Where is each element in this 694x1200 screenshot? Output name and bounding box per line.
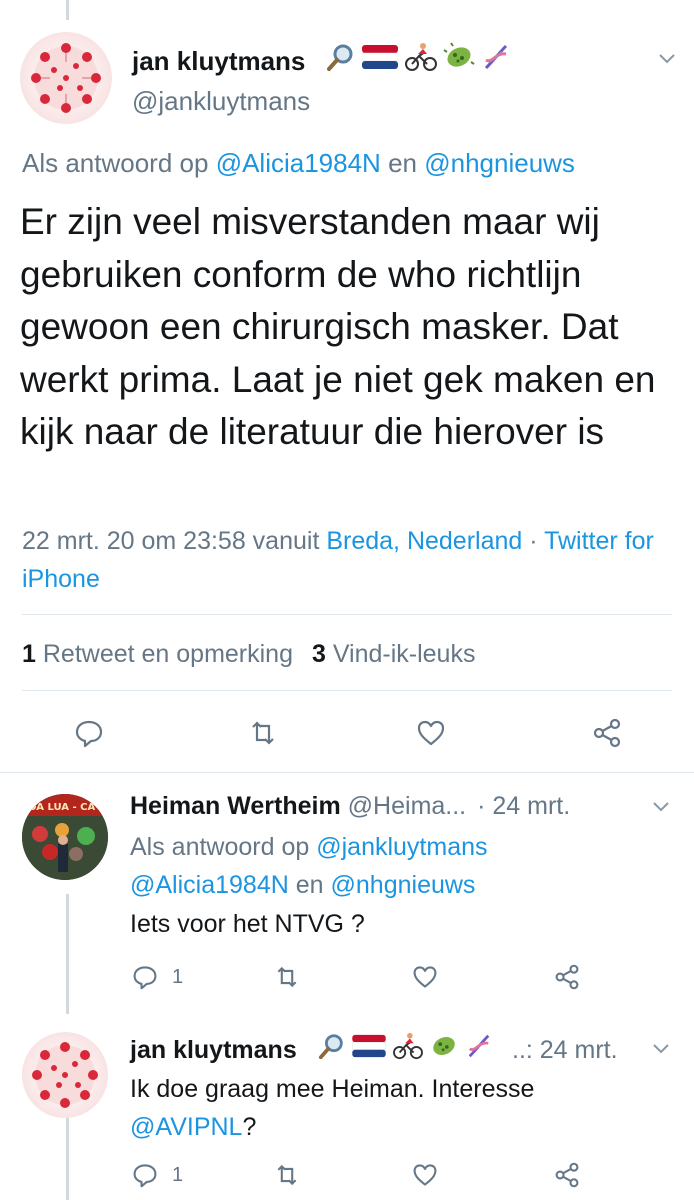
share-icon	[555, 964, 579, 990]
reply-context: Als antwoord op @jankluytmans @Alicia198…	[130, 828, 670, 904]
reply-mention-alicia[interactable]: @Alicia1984N	[130, 871, 289, 899]
reply-icon	[133, 966, 157, 990]
author-name[interactable]: Heiman Wertheim	[130, 792, 341, 820]
mention-avipnl[interactable]: @AVIPNL	[130, 1113, 242, 1141]
reply-button[interactable]	[128, 960, 162, 994]
tweet-time[interactable]: ..: 24 mrt.	[512, 1036, 618, 1065]
retweet-icon	[277, 966, 297, 988]
reply-text: Ik doe graag mee Heiman. Interesse @AVIP…	[130, 1070, 650, 1146]
dna-icon	[466, 1032, 492, 1065]
reply-icon	[75, 720, 103, 748]
divider	[22, 614, 672, 615]
reply1-header: Heiman Wertheim @Heima... · 24 mrt.	[130, 792, 570, 821]
like-count: 3	[311, 640, 326, 668]
netherlands-flag-icon	[362, 43, 399, 76]
share-icon	[593, 718, 621, 748]
author-handle[interactable]: @jankluytmans	[132, 86, 310, 117]
engagement-stats: 1 Retweet en opmerking 3 Vind-ik-leuks	[22, 640, 475, 669]
reply-text-body: Ik doe graag mee Heiman. Interesse	[130, 1075, 535, 1103]
reply-and: en	[388, 148, 417, 178]
chevron-down-icon[interactable]	[658, 52, 675, 66]
cyclist-icon	[404, 42, 437, 77]
reply-and: en	[295, 871, 324, 899]
share-button[interactable]	[550, 960, 584, 994]
meta-separator: ·	[529, 527, 538, 555]
retweet-stat[interactable]: 1 Retweet en opmerking	[22, 640, 300, 668]
avatar-sign-text: OA LUA - CA	[28, 802, 95, 813]
thread-line-top	[66, 0, 69, 20]
magnifier-icon	[326, 42, 356, 77]
like-button[interactable]	[408, 1158, 442, 1192]
retweet-icon	[277, 1164, 297, 1186]
share-button[interactable]	[590, 716, 624, 750]
retweet-button[interactable]	[246, 716, 280, 750]
retweet-button[interactable]	[270, 960, 304, 994]
like-stat[interactable]: 3 Vind-ik-leuks	[312, 640, 476, 668]
share-icon	[555, 1162, 579, 1188]
reply-context: Als antwoord op @Alicia1984N en @nhgnieu…	[22, 148, 575, 179]
reply-prefix: Als antwoord op	[130, 833, 310, 861]
avatar[interactable]: OA LUA - CA	[22, 794, 108, 880]
reply-button[interactable]	[72, 716, 106, 750]
market-avatar-image: OA LUA - CA	[22, 794, 108, 880]
timestamp: 22 mrt. 20 om 23:58 vanuit	[22, 527, 320, 555]
like-icon	[413, 966, 437, 988]
netherlands-flag-icon	[352, 1033, 387, 1064]
virus-avatar-image	[31, 43, 101, 113]
author-emojis	[326, 42, 512, 76]
retweet-icon	[252, 721, 274, 745]
retweet-button[interactable]	[270, 1158, 304, 1192]
magnifier-icon	[318, 1032, 346, 1065]
tweet-text: Er zijn veel misverstanden maar wij gebr…	[20, 201, 656, 452]
author-emojis	[318, 1032, 494, 1066]
reply-mention-nhgnieuws[interactable]: @nhgnieuws	[424, 148, 575, 178]
mention-suffix: ?	[242, 1113, 257, 1141]
reply-prefix: Als antwoord op	[22, 148, 209, 178]
reply-button[interactable]	[128, 1158, 162, 1192]
reply-mention-alicia[interactable]: @Alicia1984N	[216, 148, 381, 178]
reply-mention-nhgnieuws[interactable]: @nhgnieuws	[331, 871, 476, 899]
tweet-time[interactable]: · 24 mrt.	[477, 792, 570, 820]
like-button[interactable]	[414, 716, 448, 750]
tweet-meta: 22 mrt. 20 om 23:58 vanuit Breda, Nederl…	[22, 522, 662, 598]
author-name[interactable]: jan kluytmans	[130, 1036, 297, 1065]
like-button[interactable]	[408, 960, 442, 994]
author-handle[interactable]: @Heima...	[348, 792, 466, 820]
reply-count: 1	[172, 966, 184, 988]
dna-icon	[482, 42, 510, 77]
retweet-label: Retweet en opmerking	[42, 640, 293, 668]
divider	[0, 772, 694, 773]
reply-text: Iets voor het NTVG ?	[130, 910, 365, 938]
chevron-down-icon[interactable]	[652, 800, 669, 814]
reply-count: 1	[172, 1164, 184, 1186]
divider	[22, 690, 672, 691]
microbe-icon	[443, 42, 475, 77]
thread-line-middle	[66, 894, 69, 1014]
microbe-icon	[429, 1032, 459, 1065]
author-name[interactable]: jan kluytmans	[132, 46, 305, 77]
like-label: Vind-ik-leuks	[332, 640, 476, 668]
avatar[interactable]	[22, 1032, 108, 1118]
location-link[interactable]: Breda, Nederland	[326, 527, 522, 555]
like-icon	[417, 720, 445, 746]
like-icon	[413, 1164, 437, 1186]
reply-icon	[133, 1164, 157, 1188]
cyclist-icon	[392, 1032, 423, 1065]
retweet-count: 1	[22, 640, 36, 668]
virus-avatar-image	[32, 1042, 98, 1108]
reply-mention-jankluytmans[interactable]: @jankluytmans	[316, 833, 487, 861]
avatar[interactable]	[20, 32, 112, 124]
chevron-down-icon[interactable]	[652, 1042, 669, 1056]
share-button[interactable]	[550, 1158, 584, 1192]
thread-line-bottom	[66, 1105, 69, 1200]
